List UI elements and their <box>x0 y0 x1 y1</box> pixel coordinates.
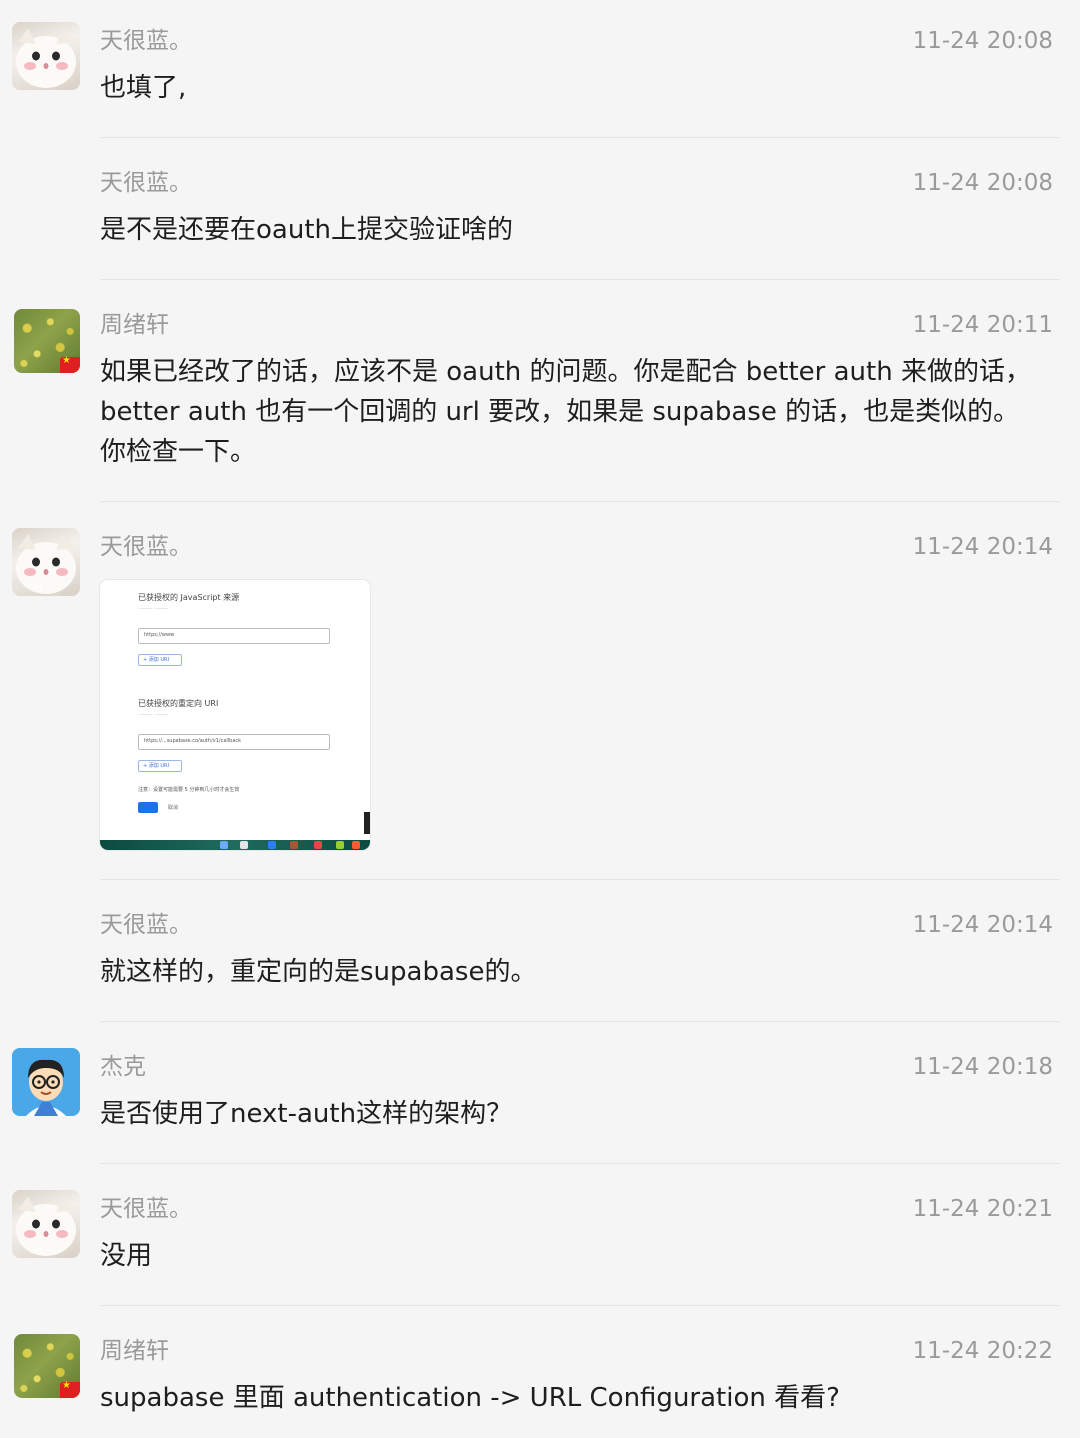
message-item: 周绪轩 11-24 20:11 如果已经改了的话，应该不是 oauth 的问题。… <box>0 280 1080 502</box>
message-item: 天很蓝。 11-24 20:14 就这样的，重定向的是supabase的。 <box>0 880 1080 1022</box>
sender-name: 杰克 <box>100 1054 146 1080</box>
message-item: 哇~ 天很蓝。 11-24 20:21 没用 <box>0 1164 1080 1306</box>
message-time: 11-24 20:22 <box>912 1338 1053 1364</box>
image-section-title: 已获授权的重定向 URI <box>138 699 219 708</box>
message-time: 11-24 20:08 <box>912 170 1053 196</box>
message-item: 周绪轩 11-24 20:22 supabase 里面 authenticati… <box>0 1306 1080 1438</box>
chat-message-list[interactable]: 哇~ 天很蓝。 11-24 20:08 也填了, 天很蓝。 11-24 20:0… <box>0 0 1080 1438</box>
image-section-title: 已获授权的 JavaScript 来源 <box>138 593 240 602</box>
message-text: 没用 <box>100 1241 153 1271</box>
china-flag-icon <box>60 1380 80 1398</box>
sender-name: 天很蓝。 <box>100 1196 192 1222</box>
message-time: 11-24 20:18 <box>912 1054 1053 1080</box>
cat-avatar[interactable]: 哇~ <box>12 528 80 596</box>
cartoon-face-icon <box>12 1048 80 1116</box>
china-flag-icon <box>60 355 80 373</box>
message-text: 就这样的，重定向的是supabase的。 <box>100 957 537 987</box>
image-field: https://www <box>138 628 330 644</box>
avatar-watermark: 哇~ <box>34 77 53 88</box>
message-text: 如果已经改了的话，应该不是 oauth 的问题。你是配合 better auth… <box>100 357 1031 467</box>
message-text: 也填了, <box>100 73 187 103</box>
image-add-button: + 添加 URI <box>138 760 182 772</box>
sender-name: 周绪轩 <box>100 312 169 338</box>
message-item: 天很蓝。 11-24 20:08 是不是还要在oauth上提交验证啥的 <box>0 138 1080 280</box>
image-dock <box>100 840 370 850</box>
image-edge <box>364 812 370 834</box>
message-time: 11-24 20:14 <box>912 912 1053 938</box>
avatar-watermark: 哇~ <box>34 583 53 594</box>
message-item: 杰克 11-24 20:18 是否使用了next-auth这样的架构？ <box>0 1022 1080 1164</box>
image-cancel-label: 取消 <box>168 805 179 811</box>
image-field: https://...supabase.co/auth/v1/callback <box>138 734 330 750</box>
screenshot-image[interactable]: 已获授权的 JavaScript 来源 ·········· ········ … <box>100 580 370 850</box>
image-section-subtitle: ·········· ········ <box>138 712 169 718</box>
grass-avatar[interactable] <box>14 1334 80 1398</box>
cat-avatar[interactable]: 哇~ <box>12 1190 80 1258</box>
image-section-subtitle: ·········· ········ <box>138 606 169 612</box>
message-time: 11-24 20:11 <box>912 312 1053 338</box>
image-save-button <box>138 802 158 813</box>
message-item: 哇~ 天很蓝。 11-24 20:14 已获授权的 JavaScript 来源 … <box>0 502 1080 880</box>
grass-avatar[interactable] <box>14 309 80 373</box>
sender-name: 天很蓝。 <box>100 912 192 938</box>
cartoon-boy-avatar[interactable] <box>12 1048 80 1116</box>
image-add-button: + 添加 URI <box>138 654 182 666</box>
message-text: 是否使用了next-auth这样的架构？ <box>100 1099 513 1129</box>
avatar-watermark: 哇~ <box>34 1245 53 1256</box>
message-text: 是不是还要在oauth上提交验证啥的 <box>100 215 513 245</box>
sender-name: 天很蓝。 <box>100 534 192 560</box>
message-time: 11-24 20:21 <box>912 1196 1053 1222</box>
message-time: 11-24 20:14 <box>912 534 1053 560</box>
sender-name: 天很蓝。 <box>100 170 192 196</box>
cat-avatar[interactable]: 哇~ <box>12 22 80 90</box>
message-text: supabase 里面 authentication -> URL Config… <box>100 1383 840 1413</box>
sender-name: 周绪轩 <box>100 1338 169 1364</box>
image-note: 注意：设置可能需要 5 分钟到几小时才会生效 <box>138 787 240 793</box>
sender-name: 天很蓝。 <box>100 28 192 54</box>
message-time: 11-24 20:08 <box>912 28 1053 54</box>
message-item: 哇~ 天很蓝。 11-24 20:08 也填了, <box>0 0 1080 138</box>
